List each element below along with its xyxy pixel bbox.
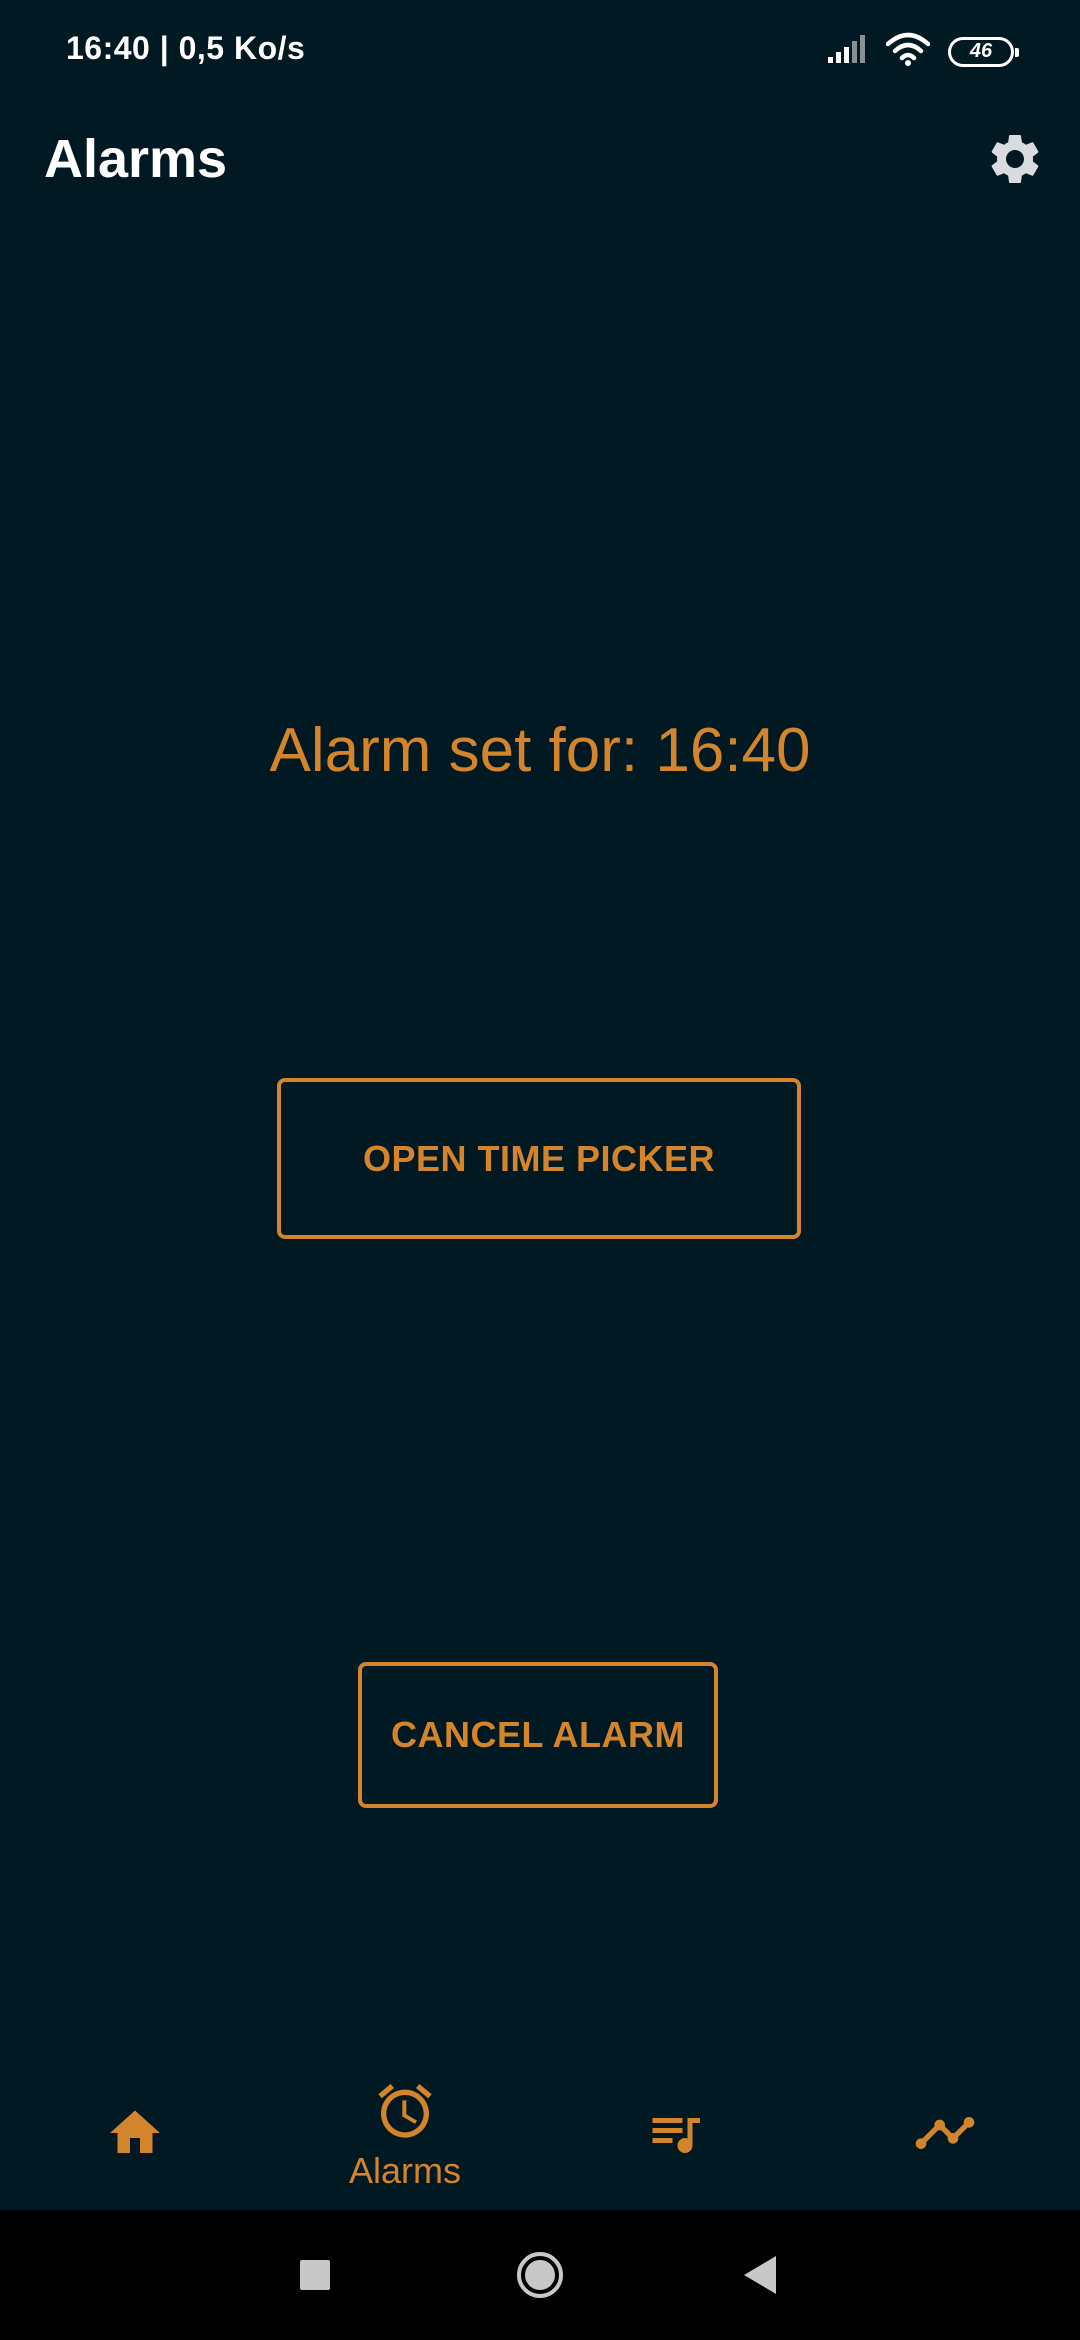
alarm-clock-icon: [373, 2079, 437, 2148]
status-icons: 46: [828, 32, 1019, 71]
nav-item-playlist[interactable]: [540, 2060, 810, 2210]
system-navigation-bar: [0, 2210, 1080, 2340]
gear-icon: [985, 129, 1045, 194]
recents-button[interactable]: [300, 2260, 330, 2290]
signal-icon: [828, 35, 868, 68]
circle-icon: [515, 2252, 565, 2304]
battery-icon: 46: [948, 36, 1019, 67]
trending-line-icon: [913, 2101, 977, 2170]
status-bar: 16:40 | 0,5 Ko/s 46: [0, 0, 1080, 100]
wifi-icon: [885, 32, 931, 71]
triangle-back-icon: [742, 2256, 778, 2300]
playlist-music-icon: [645, 2103, 705, 2168]
alarm-status-text: Alarm set for: 16:40: [269, 716, 811, 785]
nav-item-alarms[interactable]: Alarms: [270, 2060, 540, 2210]
bottom-navigation: Alarms: [0, 2060, 1080, 2210]
battery-level: 46: [969, 40, 993, 62]
open-time-picker-button[interactable]: OPEN TIME PICKER: [277, 1078, 801, 1239]
page-title: Alarms: [44, 129, 228, 189]
cancel-alarm-button[interactable]: CANCEL ALARM: [358, 1662, 718, 1808]
settings-button[interactable]: [980, 126, 1050, 196]
nav-label-alarms: Alarms: [348, 2149, 461, 2191]
home-icon: [105, 2103, 165, 2168]
back-button[interactable]: [742, 2254, 778, 2296]
home-button[interactable]: [515, 2250, 565, 2300]
app-bar: Alarms: [0, 100, 1080, 220]
nav-item-home[interactable]: [0, 2060, 270, 2210]
status-time-speed: 16:40 | 0,5 Ko/s: [66, 30, 306, 66]
nav-item-stats[interactable]: [810, 2060, 1080, 2210]
